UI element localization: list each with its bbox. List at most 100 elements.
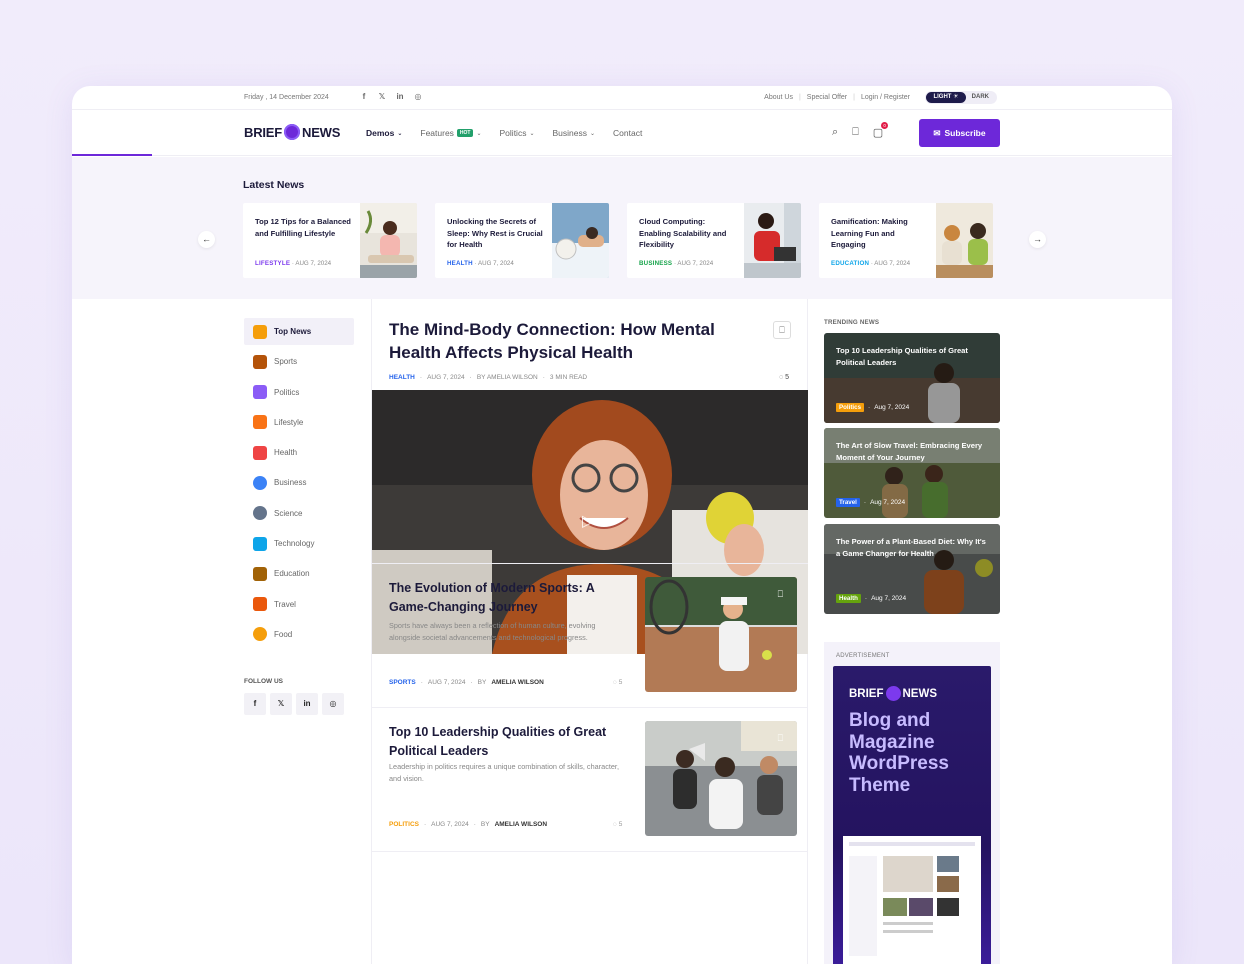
nav-demos[interactable]: Demos ⌄ xyxy=(366,128,402,138)
dark-mode-option[interactable]: DARK xyxy=(972,94,989,100)
article-comments[interactable]: ◌ 5 xyxy=(613,821,622,828)
bookmark-icon[interactable]: ⎕ xyxy=(852,126,859,139)
sidebar-item-technology[interactable]: Technology xyxy=(244,530,354,557)
trending-title: Top 10 Leadership Qualities of Great Pol… xyxy=(836,346,968,367)
trending-label: TRENDING NEWS xyxy=(824,319,880,326)
sidebar-item-health[interactable]: Health xyxy=(244,439,354,466)
sidebar-item-politics[interactable]: Politics xyxy=(244,379,354,406)
featured-author[interactable]: BY AMELIA WILSON xyxy=(477,374,538,381)
article-image[interactable]: ⎕ xyxy=(645,577,797,692)
play-icon[interactable]: ▷ xyxy=(582,511,594,531)
card-category[interactable]: HEALTH xyxy=(447,260,473,267)
sidebar-item-business[interactable]: Business xyxy=(244,469,354,496)
sidebar-item-food[interactable]: Food xyxy=(244,621,354,648)
subscribe-button[interactable]: ✉ Subscribe xyxy=(919,119,1000,147)
light-mode-option[interactable]: LIGHT ☀ xyxy=(926,92,966,103)
sidebar-item-lifestyle[interactable]: Lifestyle xyxy=(244,409,354,436)
card-category[interactable]: EDUCATION xyxy=(831,260,869,267)
dot-separator: · xyxy=(419,374,423,381)
burger-icon xyxy=(253,627,267,642)
trending-category[interactable]: Health xyxy=(836,594,861,603)
card-image xyxy=(936,203,993,278)
facebook-icon[interactable]: f xyxy=(244,693,266,715)
trending-card[interactable]: Top 10 Leadership Qualities of Great Pol… xyxy=(824,333,1000,423)
article-category[interactable]: SPORTS xyxy=(389,679,416,686)
linkedin-icon[interactable]: in xyxy=(396,92,404,101)
article-by: BY xyxy=(477,679,487,686)
bookmark-icon[interactable]: ⎕ xyxy=(778,733,783,744)
sidebar-item-label: Travel xyxy=(274,599,296,609)
fire-icon xyxy=(253,324,267,339)
article-date: AUG 7, 2024 xyxy=(431,821,469,828)
nav-label: Politics xyxy=(499,128,527,138)
trending-category[interactable]: Politics xyxy=(836,403,865,412)
login-register-link[interactable]: Login / Register xyxy=(861,94,910,101)
special-offer-link[interactable]: Special Offer xyxy=(807,94,847,101)
nav-business[interactable]: Business ⌄ xyxy=(552,128,595,138)
article-image[interactable]: ⎕ xyxy=(645,721,797,836)
prev-arrow-icon[interactable]: ← xyxy=(198,231,215,248)
search-icon[interactable]: ⌕ xyxy=(832,126,838,139)
hot-badge: HOT xyxy=(456,129,474,137)
theme-toggle[interactable]: LIGHT ☀ DARK xyxy=(925,91,997,104)
latest-news-card[interactable]: Unlocking the Secrets of Sleep: Why Rest… xyxy=(435,203,609,278)
featured-comments[interactable]: ◌ 5 xyxy=(779,374,789,381)
site-logo[interactable]: BRIEF NEWS xyxy=(244,124,340,140)
instagram-icon[interactable]: ◎ xyxy=(322,693,344,715)
nav-politics[interactable]: Politics ⌄ xyxy=(500,128,535,138)
article-card[interactable]: Top 10 Leadership Qualities of Great Pol… xyxy=(372,707,808,851)
article-title[interactable]: Top 10 Leadership Qualities of Great Pol… xyxy=(389,723,629,760)
featured-category[interactable]: HEALTH xyxy=(389,374,415,381)
sidebar-item-label: Health xyxy=(274,448,298,458)
article-author[interactable]: AMELIA WILSON xyxy=(495,821,547,828)
x-icon[interactable]: 𝕏 xyxy=(270,693,292,715)
next-arrow-icon[interactable]: → xyxy=(1029,231,1046,248)
article-card[interactable]: The Evolution of Modern Sports: A Game-C… xyxy=(372,563,808,707)
sidebar-item-travel[interactable]: Travel xyxy=(244,591,354,618)
latest-news-card[interactable]: Gamification: Making Learning Fun and En… xyxy=(819,203,993,278)
sidebar-item-label: Food xyxy=(274,629,293,639)
dot-separator: · xyxy=(863,499,867,506)
instagram-icon[interactable]: ◎ xyxy=(414,92,422,101)
trending-card[interactable]: The Power of a Plant-Based Diet: Why It'… xyxy=(824,524,1000,614)
nav-label: Contact xyxy=(613,128,643,138)
article-meta: SPORTS · AUG 7, 2024 · BY AMELIA WILSON xyxy=(389,679,544,686)
trending-card[interactable]: The Art of Slow Travel: Embracing Every … xyxy=(824,428,1000,518)
bookmark-icon[interactable]: ⎕ xyxy=(778,589,783,600)
about-us-link[interactable]: About Us xyxy=(764,94,793,101)
sidebar-item-sports[interactable]: Sports xyxy=(244,348,354,375)
nav-contact[interactable]: Contact xyxy=(613,128,642,138)
article-card-partial[interactable] xyxy=(372,851,808,964)
card-category[interactable]: LIFESTYLE xyxy=(255,260,290,267)
featured-title[interactable]: The Mind-Body Connection: How Mental Hea… xyxy=(389,318,759,364)
article-comments[interactable]: ◌ 5 xyxy=(613,679,622,686)
subscribe-label: Subscribe xyxy=(944,128,986,138)
ad-brand-left: BRIEF xyxy=(849,687,884,700)
featured-date: AUG 7, 2024 xyxy=(427,374,465,381)
article-author[interactable]: AMELIA WILSON xyxy=(491,679,543,686)
sidebar-item-science[interactable]: Science xyxy=(244,500,354,527)
latest-news-card[interactable]: Top 12 Tips for a Balanced and Fulfillin… xyxy=(243,203,417,278)
x-icon[interactable]: 𝕏 xyxy=(378,92,386,101)
sidebar-item-top-news[interactable]: Top News xyxy=(244,318,354,345)
trending-category[interactable]: Travel xyxy=(836,498,860,507)
advertisement-label: ADVERTISEMENT xyxy=(836,653,890,659)
advertisement-banner[interactable]: BRIEF NEWS Blog and Magazine WordPress T… xyxy=(833,666,991,964)
card-meta: HEALTH · AUG 7, 2024 xyxy=(447,260,514,267)
bookmark-icon[interactable]: ⎕ xyxy=(773,321,791,339)
sidebar-item-education[interactable]: Education xyxy=(244,560,354,587)
article-category[interactable]: POLITICS xyxy=(389,821,419,828)
cart-icon[interactable]: ▢ 0 xyxy=(873,122,889,139)
card-category[interactable]: BUSINESS xyxy=(639,260,672,267)
facebook-icon[interactable]: f xyxy=(360,92,368,101)
satellite-icon xyxy=(253,536,267,551)
follow-us-label: FOLLOW US xyxy=(244,678,283,685)
linkedin-icon[interactable]: in xyxy=(296,693,318,715)
chart-icon xyxy=(253,475,267,490)
nav-features[interactable]: Features HOT ⌄ xyxy=(420,128,481,138)
article-title[interactable]: The Evolution of Modern Sports: A Game-C… xyxy=(389,579,629,616)
latest-news-card[interactable]: Cloud Computing: Enabling Scalability an… xyxy=(627,203,801,278)
sidebar-item-label: Politics xyxy=(274,387,300,397)
top-links: About Us | Special Offer | Login / Regis… xyxy=(764,94,910,101)
trending-date: Aug 7, 2024 xyxy=(874,404,910,411)
